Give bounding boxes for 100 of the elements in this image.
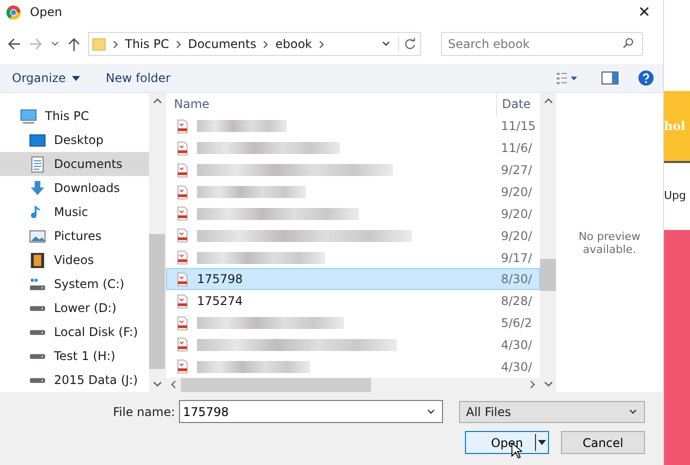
file-date: 9/20/ xyxy=(501,185,533,199)
pdf-file-icon xyxy=(177,228,188,244)
sidebar-item[interactable]: 2015 Data (J:) xyxy=(0,368,149,392)
film-icon xyxy=(29,252,46,268)
chevron-down-icon xyxy=(628,406,638,416)
pdf-file-icon xyxy=(177,272,188,287)
file-date: 9/27/ xyxy=(501,163,533,178)
scrollbar-thumb[interactable] xyxy=(149,234,165,369)
refresh-icon[interactable] xyxy=(398,37,417,51)
document-icon xyxy=(29,156,46,172)
file-date: 9/20/ xyxy=(501,228,533,243)
picture-icon xyxy=(29,228,46,244)
file-name: 175274 xyxy=(197,294,243,308)
sidebar-scrollbar[interactable] xyxy=(149,93,165,392)
chevron-right-icon[interactable] xyxy=(176,40,181,48)
breadcrumb[interactable]: ebook xyxy=(275,37,312,51)
sidebar-item[interactable]: System (C:) xyxy=(0,272,149,296)
file-row[interactable]: 5/6/2 xyxy=(166,312,540,334)
chevron-right-icon[interactable] xyxy=(263,40,268,48)
sidebar-item[interactable]: Music xyxy=(0,200,149,224)
file-row[interactable]: 9/20/ xyxy=(166,224,540,247)
file-date: 5/6/2 xyxy=(501,316,533,330)
help-icon[interactable] xyxy=(637,70,655,86)
close-button[interactable]: ✕ xyxy=(632,3,657,21)
file-row[interactable]: 9/27/ xyxy=(166,159,540,182)
file-row[interactable]: 4/30/ xyxy=(166,356,540,378)
caret-down-icon[interactable] xyxy=(538,440,546,445)
breadcrumb[interactable]: Documents xyxy=(188,37,256,51)
breadcrumb[interactable]: This PC xyxy=(125,37,169,51)
drive-icon xyxy=(29,354,46,358)
background-heading: Upg xyxy=(664,189,688,202)
file-date: 4/30/ xyxy=(501,360,533,374)
pdf-file-icon xyxy=(177,359,188,374)
scroll-up-icon[interactable] xyxy=(152,98,162,104)
file-row[interactable]: 11/15 xyxy=(166,116,540,138)
sidebar-item[interactable]: Downloads xyxy=(0,176,149,200)
sidebar-item[interactable]: Videos xyxy=(0,248,149,272)
file-row[interactable]: 11/6/ xyxy=(166,137,540,160)
preview-pane-icon[interactable] xyxy=(601,70,619,86)
file-row[interactable]: 4/30/ xyxy=(166,334,540,356)
drive-icon xyxy=(29,330,46,334)
address-bar[interactable]: This PC Documents ebook xyxy=(88,32,421,56)
search-field[interactable]: Search ebook xyxy=(441,32,643,56)
file-date: 9/20/ xyxy=(501,206,533,221)
window-title: Open xyxy=(30,5,62,19)
scroll-left-icon[interactable] xyxy=(171,380,176,390)
preview-message: No preview available. xyxy=(578,230,642,256)
file-date: 8/30/ xyxy=(501,272,533,286)
pdf-file-icon xyxy=(177,206,188,222)
sidebar-item[interactable]: Desktop xyxy=(0,128,149,152)
file-date: 8/28/ xyxy=(501,294,533,308)
file-row[interactable]: 9/20/ xyxy=(166,202,540,225)
back-arrow-icon[interactable] xyxy=(6,36,22,52)
banner-text: hol xyxy=(664,119,686,133)
pdf-file-icon xyxy=(177,337,188,352)
file-type-dropdown[interactable]: All Files xyxy=(459,400,645,422)
file-date: 4/30/ xyxy=(501,338,533,352)
file-row[interactable]: 175274 8/28/ xyxy=(166,290,540,312)
file-name: 175798 xyxy=(197,272,243,286)
pdf-file-icon xyxy=(177,250,188,266)
monitor-icon xyxy=(20,108,37,124)
sidebar-item[interactable]: This PC xyxy=(0,104,149,128)
scroll-right-icon[interactable] xyxy=(530,380,535,390)
file-row[interactable]: 175798 8/30/ xyxy=(166,268,540,290)
file-date: 11/15 xyxy=(501,119,537,134)
chevron-right-icon[interactable] xyxy=(113,40,118,48)
sidebar-item[interactable]: Test 1 (H:) xyxy=(0,344,149,368)
search-icon xyxy=(622,37,635,50)
pdf-file-icon xyxy=(177,294,188,309)
file-name-field[interactable]: 175798 xyxy=(179,400,443,423)
down-arrow-icon xyxy=(29,180,46,196)
up-arrow-icon[interactable] xyxy=(66,36,82,52)
sidebar-item[interactable]: Lower (D:) xyxy=(0,296,149,320)
new-folder-button[interactable]: New folder xyxy=(102,69,175,87)
chevron-right-icon[interactable] xyxy=(319,40,324,48)
file-date: 11/6/ xyxy=(501,141,533,156)
browser-logo-icon xyxy=(6,4,21,20)
caret-down-icon xyxy=(72,76,80,82)
drive-icon xyxy=(29,306,46,310)
sidebar-item[interactable]: Documents xyxy=(0,152,149,176)
scroll-down-icon[interactable] xyxy=(152,381,162,387)
sidebar-item[interactable]: Pictures xyxy=(0,224,149,248)
file-date: 9/17/ xyxy=(501,250,533,265)
name-column-header[interactable]: Name xyxy=(166,93,496,116)
sidebar-item[interactable]: Local Disk (F:) xyxy=(0,320,149,344)
pdf-file-icon xyxy=(177,162,188,178)
scrollbar-thumb[interactable] xyxy=(540,259,556,291)
file-list-scrollbar[interactable] xyxy=(540,93,556,392)
pdf-file-icon xyxy=(177,118,188,134)
folder-icon xyxy=(92,36,106,52)
file-row[interactable]: 9/20/ xyxy=(166,181,540,203)
file-row[interactable]: 9/17/ xyxy=(166,246,540,268)
cancel-button[interactable]: Cancel xyxy=(561,431,645,454)
organize-button[interactable]: Organize xyxy=(8,69,84,87)
scroll-up-icon[interactable] xyxy=(544,98,552,104)
scrollbar-thumb[interactable] xyxy=(181,378,371,392)
pdf-file-icon xyxy=(177,184,188,200)
scroll-down-icon[interactable] xyxy=(544,381,552,387)
drive-icon xyxy=(29,378,46,382)
pdf-file-icon xyxy=(177,316,188,331)
